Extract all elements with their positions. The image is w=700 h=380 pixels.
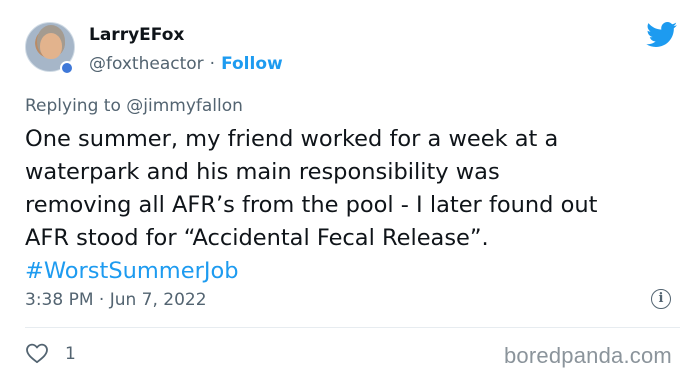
tweet-header: LarryEFox @foxtheactor · Follow — [25, 18, 680, 78]
watermark: boredpanda.com — [504, 343, 672, 368]
tweet-text: One summer, my friend worked for a week … — [25, 123, 680, 288]
hashtag-link[interactable]: #WorstSummerJob — [25, 255, 680, 288]
follow-button[interactable]: Follow — [221, 54, 283, 74]
replying-to: Replying to @jimmyfallon — [25, 96, 243, 116]
divider — [25, 327, 680, 328]
tweet-text-line: AFR stood for “Accidental Fecal Release”… — [25, 225, 489, 251]
like-count: 1 — [65, 344, 76, 364]
avatar[interactable] — [25, 22, 75, 75]
avatar-badge — [60, 61, 74, 75]
twitter-bird-icon[interactable] — [646, 22, 678, 48]
replying-prefix: Replying to — [25, 96, 121, 116]
reply-mention-link[interactable]: @jimmyfallon — [126, 96, 243, 116]
avatar-face — [40, 33, 62, 59]
tweet-timestamp[interactable]: 3:38 PM · Jun 7, 2022 — [25, 290, 207, 310]
display-name[interactable]: LarryEFox — [89, 25, 184, 45]
heart-icon[interactable] — [25, 342, 49, 364]
tweet-text-line: waterpark and his main responsibility wa… — [25, 159, 500, 185]
handle-line: @foxtheactor · Follow — [89, 54, 283, 74]
tweet-text-line: One summer, my friend worked for a week … — [25, 126, 559, 152]
user-handle[interactable]: @foxtheactor — [89, 54, 204, 74]
tweet-text-line: removing all AFR’s from the pool - I lat… — [25, 192, 598, 218]
info-icon[interactable]: i — [651, 289, 671, 309]
separator-dot: · — [209, 54, 216, 74]
